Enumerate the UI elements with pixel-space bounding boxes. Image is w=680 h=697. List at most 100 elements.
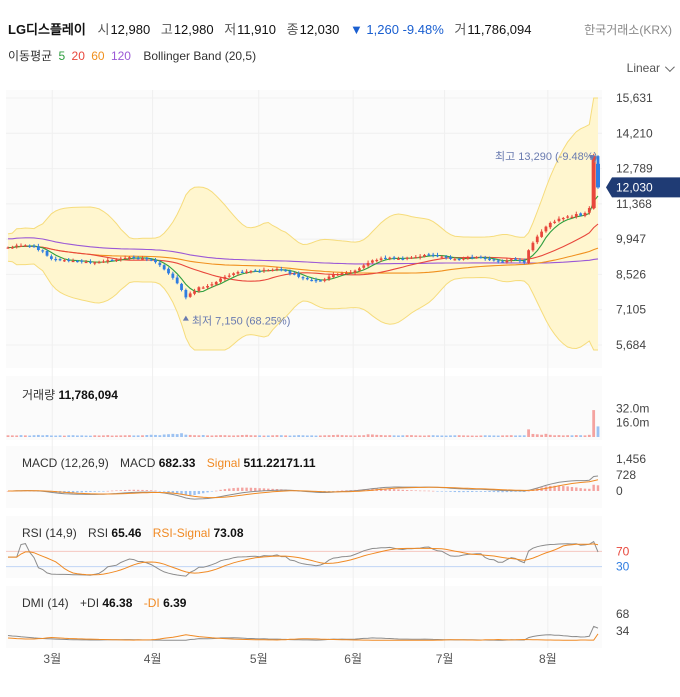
ma-60[interactable]: 60 <box>91 49 104 63</box>
ma-120[interactable]: 120 <box>111 49 131 63</box>
volume-bar <box>579 435 583 437</box>
candle-body-last <box>596 163 600 188</box>
macd-histogram-bar <box>453 490 457 493</box>
volume-bar <box>76 435 79 437</box>
volume-bar <box>245 434 249 437</box>
macd-histogram-bar <box>249 487 253 491</box>
stock-name: LG디스플레이 <box>8 22 86 37</box>
volume-bar <box>357 435 361 437</box>
bollinger-band-label[interactable]: Bollinger Band (20,5) <box>143 49 256 63</box>
volume-bar <box>596 426 600 437</box>
dmi-panel-label: DMI (14) +DI 46.38 -DI 6.39 <box>22 596 186 610</box>
candle-body <box>501 261 504 263</box>
macd-histogram-bar <box>457 490 461 493</box>
candle-body <box>470 257 474 259</box>
volume-bar <box>444 435 448 437</box>
stock-chart[interactable]: 15,631 14,210 12,789 11,368 9,947 8,526 7,105 5… <box>0 0 680 697</box>
candle-body <box>336 274 340 276</box>
rsi-tick-30: 30 <box>616 560 630 574</box>
candle-body <box>45 250 49 256</box>
volume-bar <box>6 435 10 437</box>
candle-body <box>548 222 552 228</box>
dmi-tick-label: 34 <box>616 624 630 638</box>
macd-histogram-bar <box>145 490 149 491</box>
volume-bar <box>102 435 105 437</box>
candle-body <box>362 265 366 268</box>
candle-body <box>145 257 149 260</box>
macd-histogram-bar <box>158 490 162 492</box>
volume-bar <box>219 435 222 437</box>
low-label: 저 <box>224 22 237 37</box>
candle-body <box>67 259 71 262</box>
volume-bar <box>45 435 49 437</box>
candle-body <box>236 272 240 274</box>
volume-bar <box>193 435 196 437</box>
candle-body <box>587 208 591 213</box>
volume-bar <box>41 435 45 437</box>
volume-bar <box>436 435 439 437</box>
macd-histogram-bar <box>223 489 227 491</box>
ma-20[interactable]: 20 <box>72 49 85 63</box>
volume-bar <box>344 435 348 437</box>
dmi-tick-label: 68 <box>616 607 630 621</box>
volume-bar <box>258 435 262 437</box>
volume-bar <box>210 435 214 437</box>
volume-tick-label: 32.0m <box>616 401 649 415</box>
volume-bar <box>574 435 578 437</box>
candle-body <box>423 254 426 257</box>
candle-body <box>384 257 387 260</box>
volume-bar <box>570 435 574 437</box>
candle-body <box>210 284 214 286</box>
candle-body <box>76 260 79 263</box>
macd-histogram-bar <box>470 490 474 492</box>
candle-body <box>340 273 344 275</box>
macd-histogram-bar <box>149 490 153 491</box>
volume-bar <box>453 435 457 437</box>
macd-tick-label: 728 <box>616 468 636 482</box>
macd-histogram-bar <box>128 489 131 491</box>
price-tick-label: 9,947 <box>616 232 646 246</box>
macd-title: MACD (12,26,9) <box>22 456 109 470</box>
scale-label: Linear <box>626 61 660 75</box>
candle-body <box>132 256 136 259</box>
volume-bar <box>553 435 557 437</box>
volume-bar <box>418 435 422 437</box>
price-header: LG디스플레이 시12,980 고12,980 저11,910 종12,030 … <box>8 19 539 38</box>
month-label: 7월 <box>436 652 454 666</box>
candle-body <box>561 217 565 220</box>
volume-bar <box>483 435 487 437</box>
candle-body <box>58 259 62 261</box>
candle-body <box>49 256 53 259</box>
volume-bar <box>275 435 279 437</box>
volume-bar <box>49 435 53 437</box>
macd-histogram-bar <box>418 490 422 492</box>
scale-dropdown[interactable]: Linear <box>626 61 675 75</box>
candle-body <box>509 259 513 261</box>
macd-histogram-bar <box>141 489 144 491</box>
candle-body <box>444 256 448 258</box>
volume-bar <box>284 435 288 437</box>
volume-bar <box>531 433 535 437</box>
volume-bar <box>236 435 240 437</box>
macd-histogram-bar <box>444 490 448 492</box>
volume-bar <box>249 435 253 437</box>
candle-body <box>6 247 10 249</box>
volume-bar <box>136 435 140 437</box>
macd-histogram-bar <box>557 485 561 491</box>
ma-5[interactable]: 5 <box>59 49 66 63</box>
exchange-label: 한국거래소(KRX) <box>584 23 672 37</box>
volume-bar <box>340 435 344 437</box>
macd-histogram-bar <box>132 489 136 491</box>
macd-histogram-bar <box>80 490 83 493</box>
macd-histogram-bar <box>596 485 600 491</box>
candle-body <box>36 246 40 250</box>
month-label: 4월 <box>144 652 162 666</box>
close-label: 종 <box>286 22 299 37</box>
di-minus-value: 6.39 <box>163 596 187 610</box>
di-plus-value: 46.38 <box>102 596 133 610</box>
volume-bar <box>141 435 144 437</box>
macd-histogram-bar <box>236 487 240 491</box>
candle-body <box>266 270 270 272</box>
macd-histogram-bar <box>431 490 435 492</box>
volume-bar <box>62 435 66 437</box>
